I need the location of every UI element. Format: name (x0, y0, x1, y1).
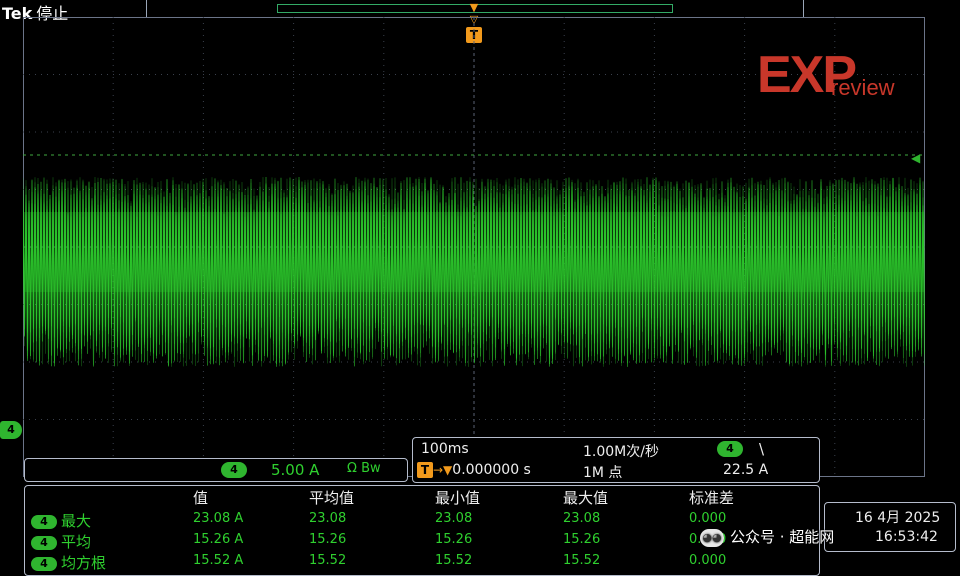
cell: 23.08 (435, 511, 473, 526)
horizontal-position: T →▼0.000000 s (417, 462, 531, 478)
cell: 15.26 A (193, 532, 244, 547)
trigger-icon: T (417, 462, 433, 478)
logo-sub: review (831, 75, 895, 100)
record-length: 1M 点 (583, 465, 623, 481)
cell: 23.08 A (193, 511, 244, 526)
channel-vertical-scale: 5.00 A (271, 461, 320, 479)
col-header-min: 最小值 (435, 489, 481, 507)
date: 16 4月 2025 (855, 510, 941, 526)
waveform-core-band (23, 212, 925, 292)
watermark-text: 公众号 · 超能网 (730, 528, 835, 546)
arrow-icon: →▼ (433, 463, 453, 477)
row-label: 均方根 (61, 554, 107, 572)
channel-termination-bandwidth: Ω Bw (347, 461, 381, 476)
trigger-slope-icon: \ (759, 440, 765, 458)
cell: 15.52 (309, 553, 347, 568)
channel-4-ground-marker[interactable]: 4 (0, 421, 22, 439)
col-header-stddev: 标准差 (689, 489, 735, 507)
horizontal-trigger-box[interactable]: 100ms 1.00M次/秒 4 \ T →▼0.000000 s 1M 点 22… (412, 437, 820, 483)
measure-chip: 4 (31, 535, 57, 550)
cell: 15.26 (435, 532, 473, 547)
col-header-mean: 平均值 (309, 489, 355, 507)
trigger-level: 22.5 A (723, 462, 769, 478)
cell: 23.08 (309, 511, 347, 526)
sample-rate: 1.00M次/秒 (583, 444, 659, 460)
cell: 15.26 (309, 532, 347, 547)
cell: 15.52 A (193, 553, 244, 568)
position-value: 0.000000 s (452, 462, 531, 478)
measure-chip: 4 (31, 556, 57, 571)
cell: 15.52 (563, 553, 601, 568)
cell: 0.000 (689, 511, 727, 526)
trigger-channel-chip[interactable]: 4 (717, 441, 743, 457)
channel-scale-box[interactable]: 4 5.00 A Ω Bw (24, 458, 408, 482)
cell: 15.52 (435, 553, 473, 568)
channel-chip[interactable]: 4 (221, 462, 247, 478)
row-label: 平均 (61, 533, 92, 551)
exp-review-logo: EXP review (757, 45, 895, 105)
time-scale: 100ms (421, 441, 469, 457)
wechat-watermark: ◕◕ 公众号 · 超能网 (700, 526, 834, 547)
cell: 15.26 (563, 532, 601, 547)
datetime-box: 16 4月 2025 16:53:42 (824, 502, 956, 552)
measure-chip: 4 (31, 514, 57, 529)
cell: 0.000 (689, 553, 727, 568)
trigger-level-arrow-icon: ◀ (911, 151, 921, 165)
col-header-max: 最大值 (563, 489, 609, 507)
time: 16:53:42 (875, 529, 938, 545)
wechat-icon: ◕◕ (700, 528, 724, 547)
col-header-value: 值 (193, 489, 209, 507)
cell: 23.08 (563, 511, 601, 526)
row-label: 最大 (61, 512, 92, 530)
